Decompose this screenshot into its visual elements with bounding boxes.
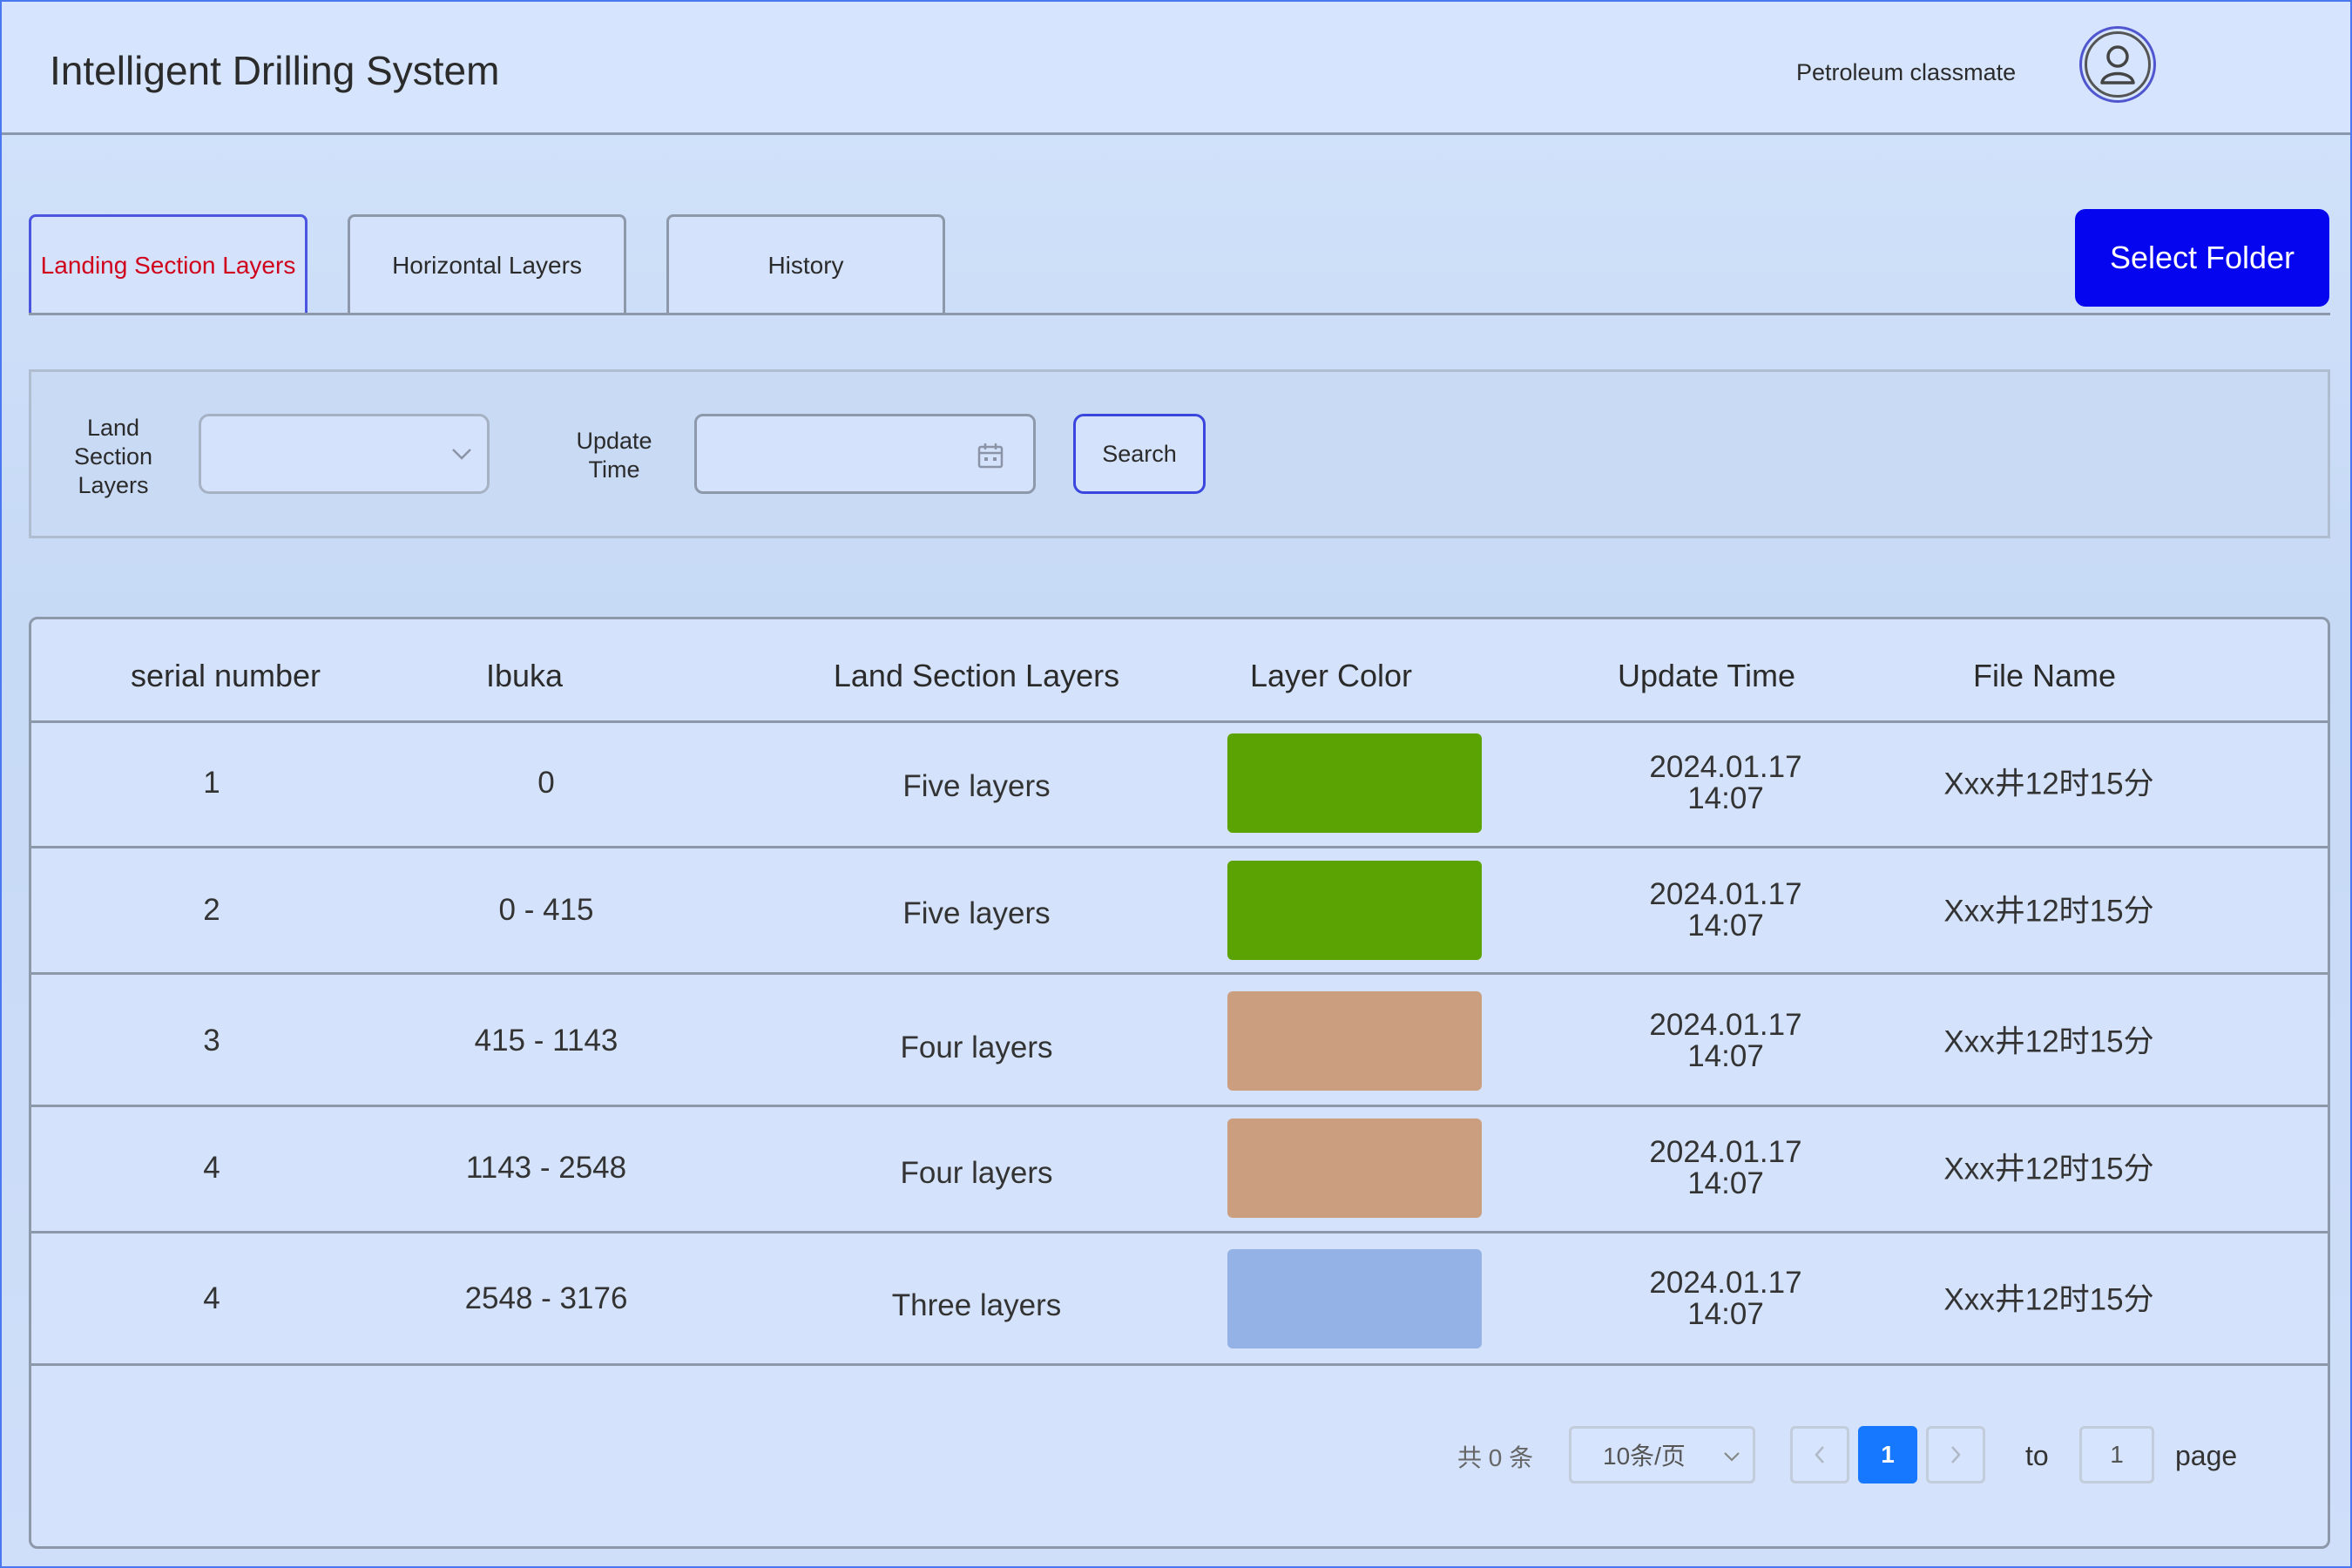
column-header: File Name <box>1972 658 2117 693</box>
column-header: Land Section Layers <box>833 658 1120 693</box>
layer-filter-label: Land Section Layers <box>61 414 166 500</box>
layer-filter-label-line: Layers <box>78 472 149 498</box>
page-size-select[interactable]: 10条/页 <box>1569 1426 1755 1484</box>
cell-serial: 1 <box>203 766 220 800</box>
cell-date: 2024.01.17 <box>1649 1008 1802 1042</box>
cell-file-name: Xxx井12时15分 <box>1943 767 2154 801</box>
app-title: Intelligent Drilling System <box>50 48 500 93</box>
chevron-right-icon <box>1951 1446 1961 1463</box>
cell-serial: 4 <box>203 1151 220 1185</box>
user-avatar-icon[interactable] <box>2079 26 2156 103</box>
chevron-down-icon <box>452 449 471 460</box>
column-header: Ibuka <box>485 658 564 693</box>
cell-depth: 0 <box>537 766 555 800</box>
cell-layers: Three layers <box>891 1288 1062 1322</box>
update-time-picker[interactable] <box>694 414 1036 494</box>
cell-file-name: Xxx井12时15分 <box>1943 1152 2154 1186</box>
column-header: serial number <box>130 658 321 693</box>
search-button[interactable]: Search <box>1073 414 1206 494</box>
row-divider <box>31 1363 2328 1366</box>
top-header: Intelligent Drilling System Petroleum cl… <box>2 2 2350 135</box>
cell-file-name: Xxx井12时15分 <box>1943 1282 2154 1317</box>
cell-date: 2024.01.17 <box>1649 1135 1802 1169</box>
cell-layers: Four layers <box>900 1156 1053 1190</box>
page-size-value: 10条/页 <box>1603 1443 1686 1470</box>
cell-serial: 3 <box>203 1024 220 1058</box>
cell-time: 14:07 <box>1687 909 1764 943</box>
tab-horizontal-layers[interactable]: Horizontal Layers <box>348 214 626 314</box>
calendar-icon <box>977 443 1004 469</box>
row-divider <box>31 846 2328 848</box>
cell-layers: Five layers <box>902 896 1051 930</box>
cell-layers: Five layers <box>902 769 1051 803</box>
cell-time: 14:07 <box>1687 781 1764 815</box>
cell-depth: 415 - 1143 <box>474 1024 618 1058</box>
cell-layers: Four layers <box>900 1031 1053 1064</box>
time-filter-label: Update Time <box>562 427 666 484</box>
page-number-button[interactable]: 1 <box>1858 1426 1917 1484</box>
layer-select[interactable] <box>199 414 490 494</box>
prev-page-button[interactable] <box>1790 1426 1849 1484</box>
tab-landing-section-layers[interactable]: Landing Section Layers <box>29 214 308 314</box>
cell-update-time: 2024.01.17 14:07 <box>1649 1267 1801 1330</box>
cell-date: 2024.01.17 <box>1649 877 1802 911</box>
row-divider <box>31 720 2328 723</box>
cell-file-name: Xxx井12时15分 <box>1943 894 2154 929</box>
layer-color-swatch <box>1227 733 1482 833</box>
cell-update-time: 2024.01.17 14:07 <box>1649 752 1801 814</box>
cell-serial: 4 <box>203 1281 220 1315</box>
goto-suffix: page <box>2175 1440 2238 1471</box>
cell-update-time: 2024.01.17 14:07 <box>1649 879 1801 942</box>
layer-color-swatch <box>1227 1119 1482 1218</box>
layer-filter-label-line: Section <box>73 443 153 470</box>
row-divider <box>31 972 2328 975</box>
goto-page-input[interactable]: 1 <box>2079 1426 2154 1484</box>
cell-time: 14:07 <box>1687 1297 1764 1331</box>
row-divider <box>31 1105 2328 1107</box>
cell-time: 14:07 <box>1687 1039 1764 1073</box>
time-filter-label-line: Update <box>576 428 652 454</box>
chevron-down-icon <box>1724 1452 1740 1462</box>
tab-divider <box>29 313 2330 315</box>
goto-prefix: to <box>2025 1440 2049 1471</box>
cell-depth: 2548 - 3176 <box>464 1281 628 1315</box>
pagination-total: 共 0 条 <box>1457 1444 1534 1471</box>
tab-history[interactable]: History <box>666 214 945 314</box>
cell-depth: 1143 - 2548 <box>465 1151 627 1185</box>
row-divider <box>31 1231 2328 1233</box>
cell-time: 14:07 <box>1687 1166 1764 1200</box>
cell-date: 2024.01.17 <box>1649 750 1802 784</box>
chevron-left-icon <box>1815 1446 1824 1463</box>
layer-color-swatch <box>1227 1249 1482 1348</box>
layer-color-swatch <box>1227 861 1482 960</box>
user-name: Petroleum classmate <box>1796 59 2017 85</box>
layer-color-swatch <box>1227 991 1482 1091</box>
time-filter-label-line: Time <box>588 456 640 483</box>
column-header: Update Time <box>1617 658 1796 693</box>
cell-serial: 2 <box>203 893 220 927</box>
cell-update-time: 2024.01.17 14:07 <box>1649 1010 1801 1072</box>
layer-filter-label-line: Land <box>86 415 140 441</box>
cell-file-name: Xxx井12时15分 <box>1943 1024 2154 1059</box>
column-header: Layer Color <box>1249 658 1413 693</box>
cell-update-time: 2024.01.17 14:07 <box>1649 1137 1801 1200</box>
cell-depth: 0 - 415 <box>498 893 594 927</box>
next-page-button[interactable] <box>1926 1426 1985 1484</box>
select-folder-button[interactable]: Select Folder <box>2075 209 2329 307</box>
data-table: serial number Ibuka Land Section Layers … <box>29 617 2330 1549</box>
cell-date: 2024.01.17 <box>1649 1266 1802 1300</box>
